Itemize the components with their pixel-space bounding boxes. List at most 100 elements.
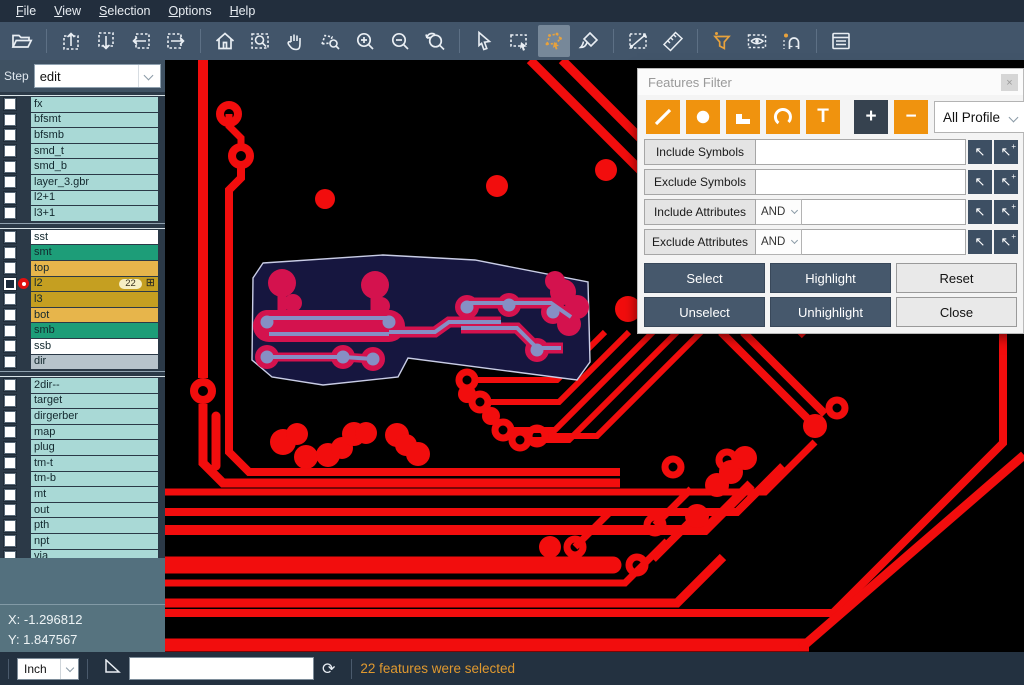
- exclude-attributes-button[interactable]: Exclude Attributes: [644, 229, 756, 255]
- layer-name[interactable]: target: [31, 394, 158, 409]
- zoom-window-icon[interactable]: [244, 25, 276, 57]
- grid-icon[interactable]: ⊞: [146, 278, 155, 289]
- corner-angle-icon[interactable]: [104, 659, 121, 679]
- layer-visibility-checkbox[interactable]: [4, 489, 16, 501]
- layer-name[interactable]: fx: [31, 97, 158, 112]
- close-button[interactable]: Close: [896, 297, 1017, 327]
- layer-row-layer_3.gbr[interactable]: layer_3.gbr: [0, 175, 165, 190]
- layer-name[interactable]: tm-b: [31, 472, 158, 487]
- layer-name[interactable]: smt: [31, 245, 158, 260]
- text-feature-button[interactable]: T: [806, 100, 840, 134]
- layer-row-map[interactable]: map: [0, 425, 165, 440]
- features-filter-icon[interactable]: [706, 25, 738, 57]
- layer-visibility-checkbox[interactable]: [4, 231, 16, 243]
- layer-row-sst[interactable]: sst: [0, 230, 165, 245]
- layer-row-bot[interactable]: bot: [0, 308, 165, 323]
- layer-name[interactable]: out: [31, 503, 158, 518]
- layer-row-npt[interactable]: npt: [0, 534, 165, 549]
- layer-name[interactable]: plug: [31, 440, 158, 455]
- layer-row-smb[interactable]: smb: [0, 323, 165, 338]
- layer-visibility-checkbox[interactable]: [4, 395, 16, 407]
- layer-visibility-checkbox[interactable]: [4, 98, 16, 110]
- layer-name[interactable]: l2+1: [31, 191, 158, 206]
- layer-visibility-checkbox[interactable]: [4, 145, 16, 157]
- layer-row-ssb[interactable]: ssb: [0, 339, 165, 354]
- layer-row-l2+1[interactable]: l2+1: [0, 191, 165, 206]
- layer-row-target[interactable]: target: [0, 394, 165, 409]
- units-dropdown[interactable]: Inch: [17, 658, 79, 680]
- layers-panel-icon[interactable]: [825, 25, 857, 57]
- view-options-icon[interactable]: [741, 25, 773, 57]
- layer-row-bfsmb[interactable]: bfsmb: [0, 128, 165, 143]
- layer-name[interactable]: smd_b: [31, 159, 158, 174]
- step-dropdown[interactable]: edit: [34, 64, 161, 88]
- pick-symbol-icon[interactable]: ↖: [968, 140, 992, 164]
- layer-visibility-checkbox[interactable]: [4, 442, 16, 454]
- layer-name[interactable]: tm-t: [31, 456, 158, 471]
- layer-row-l3+1[interactable]: l3+1: [0, 206, 165, 221]
- menu-help[interactable]: Help: [222, 2, 264, 20]
- include-symbols-button[interactable]: Include Symbols: [644, 139, 756, 165]
- surface-feature-button[interactable]: [726, 100, 760, 134]
- layer-visibility-checkbox[interactable]: [4, 114, 16, 126]
- layer-visibility-checkbox[interactable]: [4, 278, 16, 290]
- layer-row-smd_b[interactable]: smd_b: [0, 159, 165, 174]
- layer-visibility-checkbox[interactable]: [4, 262, 16, 274]
- pick-add-attribute-icon[interactable]: ↖+: [994, 200, 1018, 224]
- layer-visibility-checkbox[interactable]: [4, 176, 16, 188]
- layer-row-2dir--[interactable]: 2dir--: [0, 378, 165, 393]
- layer-name[interactable]: l3: [31, 292, 158, 307]
- command-input[interactable]: [129, 657, 314, 680]
- select-button[interactable]: Select: [644, 263, 765, 293]
- layer-row-l3[interactable]: l3: [0, 292, 165, 307]
- ruler-icon[interactable]: [657, 25, 689, 57]
- layer-name[interactable]: smd_t: [31, 144, 158, 159]
- layer-name[interactable]: bot: [31, 308, 158, 323]
- pick-add-symbol-icon[interactable]: ↖+: [994, 170, 1018, 194]
- layer-row-bfsmt[interactable]: bfsmt: [0, 113, 165, 128]
- include-attributes-logic-dropdown[interactable]: AND: [756, 199, 802, 225]
- layer-visibility-checkbox[interactable]: [4, 473, 16, 485]
- layer-visibility-checkbox[interactable]: [4, 129, 16, 141]
- include-attributes-button[interactable]: Include Attributes: [644, 199, 756, 225]
- layer-name[interactable]: dirgerber: [31, 409, 158, 424]
- layer-visibility-checkbox[interactable]: [4, 356, 16, 368]
- profile-dropdown[interactable]: All Profile: [934, 101, 1024, 133]
- layer-name[interactable]: l222⊞: [31, 277, 158, 292]
- layer-visibility-checkbox[interactable]: [4, 247, 16, 259]
- pan-hand-icon[interactable]: [279, 25, 311, 57]
- layer-visibility-checkbox[interactable]: [4, 411, 16, 423]
- layer-name[interactable]: mt: [31, 487, 158, 502]
- menu-file[interactable]: File: [8, 2, 44, 20]
- select-cursor-icon[interactable]: [468, 25, 500, 57]
- layer-row-dir[interactable]: dir: [0, 355, 165, 370]
- home-view-icon[interactable]: [209, 25, 241, 57]
- pick-attribute-icon[interactable]: ↖: [968, 230, 992, 254]
- pick-symbol-icon[interactable]: ↖: [968, 170, 992, 194]
- layer-row-fx[interactable]: fx: [0, 97, 165, 112]
- layer-name[interactable]: pth: [31, 518, 158, 533]
- layer-name[interactable]: map: [31, 425, 158, 440]
- layer-row-tm-t[interactable]: tm-t: [0, 456, 165, 471]
- layer-visibility-checkbox[interactable]: [4, 457, 16, 469]
- exclude-mode-button[interactable]: −: [894, 100, 928, 134]
- rectangle-select-icon[interactable]: [503, 25, 535, 57]
- layer-row-out[interactable]: out: [0, 503, 165, 518]
- measure-icon[interactable]: [622, 25, 654, 57]
- menu-view[interactable]: View: [46, 2, 89, 20]
- arc-feature-button[interactable]: [766, 100, 800, 134]
- pan-down-icon[interactable]: [90, 25, 122, 57]
- layer-visibility-checkbox[interactable]: [4, 161, 16, 173]
- layer-row-top[interactable]: top: [0, 261, 165, 276]
- layer-name[interactable]: top: [31, 261, 158, 276]
- layer-visibility-checkbox[interactable]: [4, 340, 16, 352]
- open-folder-icon[interactable]: [6, 25, 38, 57]
- layer-row-smd_t[interactable]: smd_t: [0, 144, 165, 159]
- exclude-symbols-button[interactable]: Exclude Symbols: [644, 169, 756, 195]
- include-symbols-input[interactable]: [756, 139, 966, 165]
- layer-name[interactable]: ssb: [31, 339, 158, 354]
- line-feature-button[interactable]: [646, 100, 680, 134]
- layer-visibility-checkbox[interactable]: [4, 325, 16, 337]
- layer-visibility-checkbox[interactable]: [4, 309, 16, 321]
- pan-right-icon[interactable]: [160, 25, 192, 57]
